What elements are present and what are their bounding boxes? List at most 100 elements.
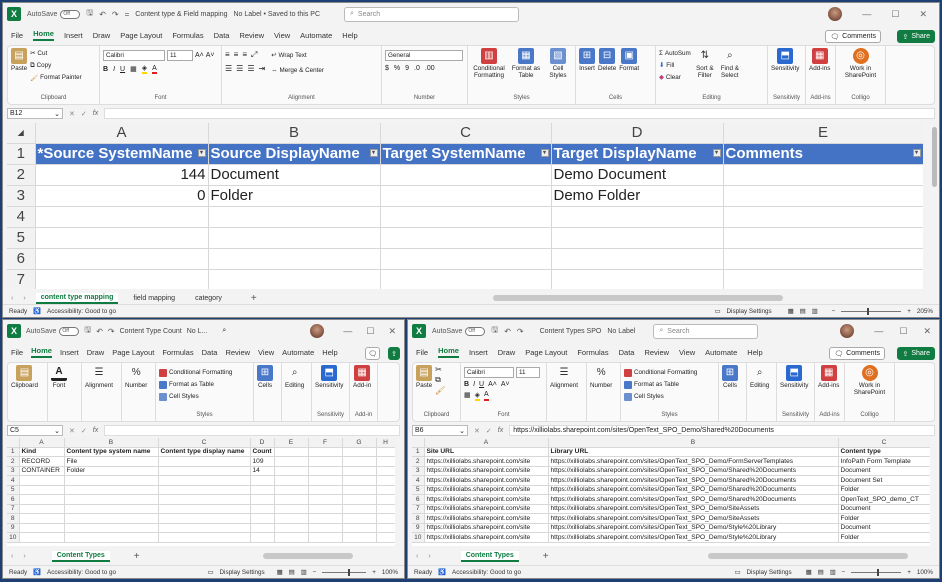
grid-cell[interactable]: [64, 475, 159, 486]
share-button[interactable]: ⇪ Share: [897, 347, 935, 360]
grid-cell[interactable]: [274, 523, 309, 533]
column-header[interactable]: D: [250, 438, 275, 448]
grid-cell[interactable]: Folder: [838, 485, 930, 495]
delete-cells-button[interactable]: ⊟ Delete: [598, 48, 616, 72]
italic-icon[interactable]: I: [473, 381, 475, 388]
row-header[interactable]: 5: [7, 485, 20, 495]
grid-cell[interactable]: https://xilliolabs.sharepoint.com/sites/…: [548, 532, 839, 543]
grid-cell[interactable]: https://xilliolabs.sharepoint.com/sites/…: [548, 456, 839, 467]
grid-cell[interactable]: [250, 485, 275, 495]
grid-cell[interactable]: [380, 269, 552, 289]
save-icon[interactable]: 🖫: [86, 7, 93, 21]
paste-button[interactable]: ▤ Paste: [11, 48, 27, 72]
tab-review[interactable]: Review: [644, 348, 669, 357]
format-as-table-button[interactable]: Format as Table: [159, 379, 250, 390]
grid-cell[interactable]: [376, 523, 395, 533]
grid-cell[interactable]: https://xilliolabs.sharepoint.com/site: [424, 532, 549, 543]
work-in-sharepoint-button[interactable]: ◎ Work in SharePoint: [839, 48, 882, 79]
vertical-scrollbar[interactable]: [932, 127, 937, 187]
tab-home[interactable]: Home: [33, 29, 54, 41]
column-header[interactable]: B: [64, 438, 159, 448]
grid-cell[interactable]: CONTAINER: [19, 466, 65, 476]
comments-button[interactable]: 🗨 Comments: [825, 30, 881, 43]
font-color-icon[interactable]: A: [152, 65, 157, 74]
undo-icon[interactable]: ↶: [96, 327, 103, 336]
decrease-decimal-icon[interactable]: .00: [425, 65, 435, 72]
tab-view[interactable]: View: [679, 348, 695, 357]
row-header[interactable]: 2: [7, 456, 20, 467]
zoom-level[interactable]: 100%: [917, 569, 933, 576]
grid-cell[interactable]: [342, 466, 377, 476]
grid-cell[interactable]: OpenText_SPO_demo_CT: [838, 494, 930, 505]
grid-cell[interactable]: 144: [35, 164, 209, 186]
tab-insert[interactable]: Insert: [60, 348, 79, 357]
row-header[interactable]: 7: [7, 504, 20, 514]
formula-input[interactable]: https://xilliolabs.sharepoint.com/sites/…: [509, 425, 935, 436]
name-box[interactable]: B12 ⌄: [7, 108, 63, 119]
sensitivity-button[interactable]: ⬒ Sensitivity: [780, 365, 808, 389]
select-all-corner[interactable]: ◢: [7, 123, 36, 144]
column-header[interactable]: A: [424, 438, 549, 448]
number-button[interactable]: % Number: [590, 365, 612, 389]
shrink-font-icon[interactable]: A˅: [206, 52, 215, 59]
grid-cell[interactable]: [376, 504, 395, 514]
grid-cell[interactable]: [208, 248, 381, 270]
sheet-tab-content-types[interactable]: Content Types: [51, 550, 110, 562]
horizontal-scrollbar[interactable]: [493, 295, 783, 301]
align-bottom-icon[interactable]: ≡: [242, 50, 247, 60]
tab-formulas[interactable]: Formulas: [172, 31, 203, 40]
grid-cell[interactable]: [158, 475, 251, 486]
grid-cell[interactable]: [308, 504, 343, 514]
page-break-view-icon[interactable]: ▥: [830, 569, 836, 576]
accessibility-status[interactable]: Accessibility: Good to go: [47, 569, 116, 576]
grid-cell[interactable]: [308, 466, 343, 476]
display-settings[interactable]: Display Settings: [747, 569, 792, 576]
grid-cell[interactable]: [380, 164, 552, 186]
grid-cell[interactable]: Target DisplayName ▾: [551, 143, 724, 165]
label-status[interactable]: No Label: [607, 328, 635, 335]
grid-cell[interactable]: [35, 227, 209, 249]
copy-icon[interactable]: ⧉: [435, 375, 445, 385]
cells-button[interactable]: ⊞ Cells: [722, 365, 738, 389]
grid-cell[interactable]: https://xilliolabs.sharepoint.com/site: [424, 523, 549, 533]
grid-cell[interactable]: [158, 466, 251, 476]
zoom-slider[interactable]: [841, 307, 902, 315]
sort-filter-button[interactable]: ⇅ Sort & Filter: [694, 48, 716, 79]
row-header[interactable]: 4: [7, 206, 36, 228]
grid-cell[interactable]: [158, 532, 251, 543]
grid-cell[interactable]: [158, 513, 251, 524]
column-header[interactable]: C: [158, 438, 251, 448]
grid-cell[interactable]: https://xilliolabs.sharepoint.com/sites/…: [548, 485, 839, 495]
grid-cell[interactable]: https://xilliolabs.sharepoint.com/site: [424, 466, 549, 476]
tab-help[interactable]: Help: [747, 348, 762, 357]
grid-cell[interactable]: [723, 164, 923, 186]
grid-cell[interactable]: RECORD: [19, 456, 65, 467]
grid-cell[interactable]: Count: [250, 447, 275, 457]
grid-cell[interactable]: [723, 248, 923, 270]
grid-cell[interactable]: [723, 269, 923, 289]
paste-button[interactable]: ▤ Paste: [416, 365, 432, 389]
grid-cell[interactable]: [64, 532, 159, 543]
function-icon[interactable]: fx: [93, 427, 98, 434]
row-header[interactable]: 3: [412, 466, 425, 476]
tab-file[interactable]: File: [416, 348, 428, 357]
select-all-corner[interactable]: [7, 438, 20, 448]
grid-cell[interactable]: [250, 532, 275, 543]
cell-styles-button[interactable]: Cell Styles: [624, 391, 715, 402]
row-header[interactable]: 8: [7, 513, 20, 524]
formula-input[interactable]: [104, 108, 935, 119]
cells-button[interactable]: ⊞ Cells: [257, 365, 273, 389]
grid-cell[interactable]: Document: [838, 504, 930, 514]
horizontal-scrollbar[interactable]: [708, 553, 908, 559]
font-size-select[interactable]: 11: [516, 367, 540, 378]
grid-cell[interactable]: [376, 447, 395, 457]
grid-cell[interactable]: [551, 269, 724, 289]
fill-color-icon[interactable]: ◈: [474, 391, 481, 401]
zoom-level[interactable]: 100%: [382, 569, 398, 576]
grid-cell[interactable]: [64, 523, 159, 533]
autosave-toggle[interactable]: Off: [59, 326, 80, 336]
row-header[interactable]: 1: [412, 447, 425, 457]
tab-automate[interactable]: Automate: [300, 31, 332, 40]
cancel-icon[interactable]: ✕: [69, 427, 75, 435]
search-input[interactable]: ⌕ Search: [653, 323, 759, 339]
